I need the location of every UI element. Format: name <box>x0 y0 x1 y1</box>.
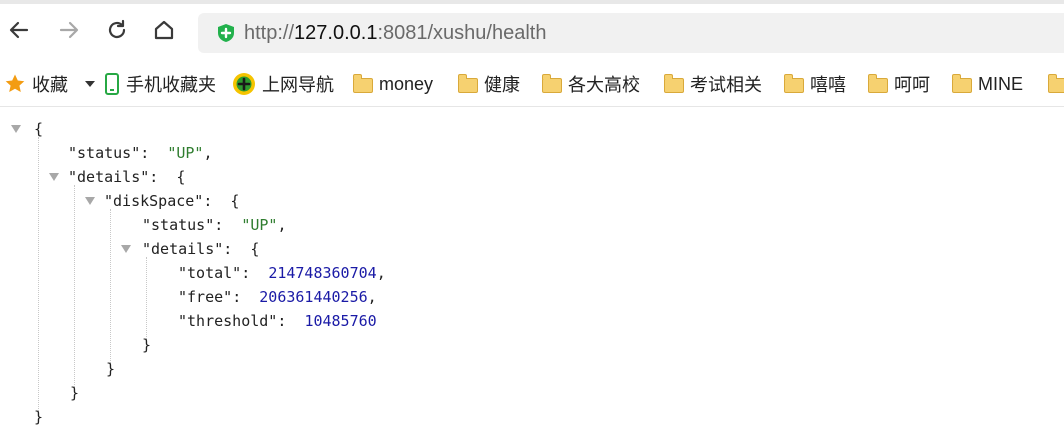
json-key: "threshold" <box>178 312 278 330</box>
bookmark-folder-hehe[interactable]: 呵呵 <box>868 71 930 97</box>
bookmarks-bar: 收藏 手机收藏夹 上网导航 money 健康 各大高校 考试相关 嘻嘻 呵呵 M… <box>0 62 1064 107</box>
json-key: "total" <box>178 264 242 282</box>
json-number-value: 214748360704 <box>268 264 377 282</box>
folder-icon <box>868 74 888 93</box>
bookmark-label: 健康 <box>484 75 520 95</box>
bookmark-folder-overflow[interactable] <box>1048 71 1064 97</box>
json-line-details: "details": { <box>68 168 186 186</box>
bookmark-label: MINE <box>978 73 1023 94</box>
back-arrow-icon <box>9 21 29 39</box>
bookmark-label: 嘻嘻 <box>810 75 846 95</box>
folder-icon <box>542 74 562 93</box>
bookmark-folder-exams[interactable]: 考试相关 <box>664 71 762 97</box>
json-string-value: "UP" <box>241 216 278 234</box>
bookmark-folder-mine[interactable]: MINE <box>952 71 1023 97</box>
json-key: "status" <box>68 144 141 162</box>
indent-guide <box>74 185 75 391</box>
bookmark-label: 收藏 <box>32 75 68 95</box>
url-path: :8081/xushu/health <box>377 22 547 44</box>
nav-globe-icon <box>233 73 255 95</box>
folder-icon <box>784 74 804 93</box>
forward-arrow-icon <box>59 21 79 39</box>
json-diskspace-close: } <box>106 360 116 378</box>
json-line-disk-details: "details": { <box>142 240 260 258</box>
folder-icon <box>1048 74 1064 93</box>
bookmark-folder-money[interactable]: money <box>353 71 433 97</box>
collapse-toggle-disk-details[interactable] <box>121 245 131 253</box>
json-key: "free" <box>178 288 233 306</box>
bookmark-mobile[interactable]: 手机收藏夹 <box>104 71 216 97</box>
url-host: 127.0.0.1 <box>294 22 378 44</box>
json-line-diskspace: "diskSpace": { <box>104 192 240 210</box>
reload-button[interactable] <box>104 17 130 43</box>
dropdown-arrow-icon <box>85 81 95 87</box>
browser-toolbar: http://127.0.0.1:8081/xushu/health <box>0 4 1064 62</box>
folder-icon <box>664 74 684 93</box>
shield-plus-icon <box>218 24 234 42</box>
back-button[interactable] <box>6 17 32 43</box>
json-number-value: 206361440256 <box>259 288 368 306</box>
json-viewer: { "status": "UP", "details": { "diskSpac… <box>0 107 1064 443</box>
collapse-toggle-root[interactable] <box>11 125 21 133</box>
json-line-threshold: "threshold": 10485760 <box>178 312 377 330</box>
json-root-open: { <box>34 120 44 138</box>
bookmark-label: 手机收藏夹 <box>126 75 216 95</box>
collapse-toggle-diskspace[interactable] <box>85 197 95 205</box>
json-key: "details" <box>68 168 150 186</box>
home-icon <box>154 20 174 40</box>
home-button[interactable] <box>151 17 177 43</box>
json-details-close: } <box>70 384 80 402</box>
json-disk-details-close: } <box>142 336 152 354</box>
bookmark-folder-xixi[interactable]: 嘻嘻 <box>784 71 846 97</box>
json-number-value: 10485760 <box>304 312 377 330</box>
bookmark-label: money <box>379 73 434 94</box>
url-text[interactable]: http://127.0.0.1:8081/xushu/health <box>244 21 546 45</box>
indent-guide <box>110 209 111 367</box>
phone-icon <box>105 73 119 95</box>
json-line-status: "status": "UP", <box>68 144 213 162</box>
address-bar[interactable]: http://127.0.0.1:8081/xushu/health <box>198 13 1064 53</box>
json-root-close: } <box>34 408 44 426</box>
json-key: "details" <box>142 240 224 258</box>
folder-icon <box>353 74 373 93</box>
json-string-value: "UP" <box>167 144 204 162</box>
bookmark-folder-health[interactable]: 健康 <box>458 71 520 97</box>
bookmark-label: 考试相关 <box>690 75 762 95</box>
indent-guide <box>146 257 147 343</box>
star-icon <box>5 74 25 92</box>
folder-icon <box>952 74 972 93</box>
bookmark-label: 呵呵 <box>894 75 930 95</box>
collapse-toggle-details[interactable] <box>49 173 59 181</box>
bookmark-nav[interactable]: 上网导航 <box>232 71 334 97</box>
json-key: "status" <box>142 216 215 234</box>
json-key: "diskSpace" <box>104 192 204 210</box>
bookmark-folder-universities[interactable]: 各大高校 <box>542 71 640 97</box>
favorites-dropdown[interactable] <box>84 71 96 97</box>
json-line-disk-status: "status": "UP", <box>142 216 287 234</box>
bookmark-favorites[interactable]: 收藏 <box>4 71 68 97</box>
indent-guide <box>38 137 39 415</box>
reload-icon <box>108 19 126 39</box>
forward-button[interactable] <box>56 17 82 43</box>
json-line-free: "free": 206361440256, <box>178 288 377 306</box>
folder-icon <box>458 74 478 93</box>
json-line-total: "total": 214748360704, <box>178 264 386 282</box>
url-scheme: http:// <box>244 22 295 44</box>
bookmark-label: 各大高校 <box>568 75 640 95</box>
bookmark-label: 上网导航 <box>262 75 334 95</box>
